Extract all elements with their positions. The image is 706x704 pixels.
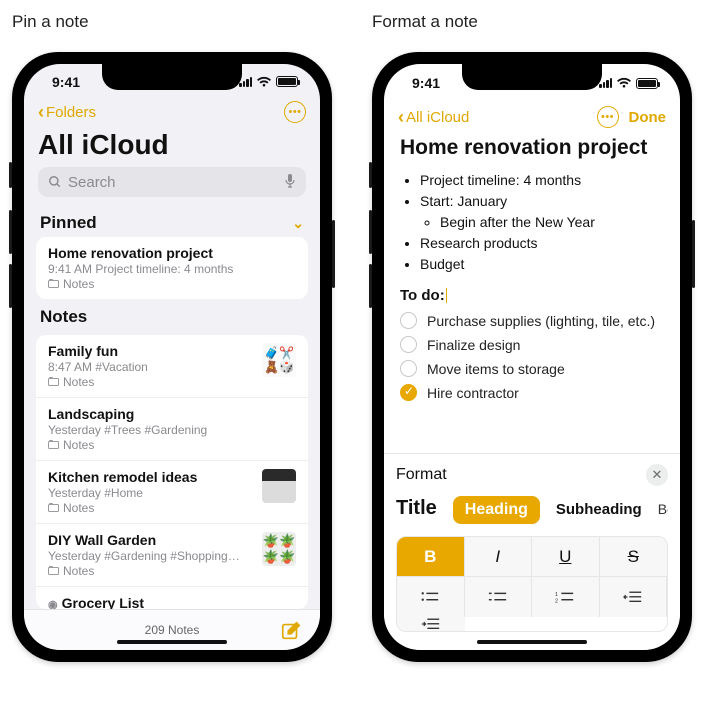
back-all-icloud-button[interactable]: ‹ All iCloud <box>398 108 469 126</box>
chevron-left-icon: ‹ <box>38 103 44 121</box>
format-panel: Format ✕ Title Heading Subheading Body B… <box>384 453 680 650</box>
strikethrough-button[interactable]: S <box>600 537 668 577</box>
compose-button[interactable] <box>280 620 302 642</box>
dashed-list-button[interactable] <box>465 577 533 617</box>
notes-count: 209 Notes <box>145 623 200 637</box>
mic-icon[interactable] <box>284 173 296 192</box>
list-item[interactable]: Kitchen remodel ideas Yesterday #Home No… <box>36 461 308 524</box>
wifi-icon <box>256 76 272 88</box>
checklist-item[interactable]: Purchase supplies (lighting, tile, etc.) <box>400 312 664 329</box>
style-heading-button[interactable]: Heading <box>453 496 540 524</box>
more-button[interactable]: ••• <box>597 106 619 128</box>
search-input[interactable]: Search <box>38 167 306 197</box>
checkbox-checked-icon[interactable] <box>400 384 417 401</box>
checklist-item[interactable]: Finalize design <box>400 336 664 353</box>
pinned-header[interactable]: Pinned ⌄ <box>24 205 320 237</box>
italic-button[interactable]: I <box>465 537 533 577</box>
folder-icon <box>48 441 59 449</box>
battery-icon <box>636 78 658 89</box>
format-panel-title: Format <box>396 466 447 484</box>
bold-button[interactable]: B <box>397 537 465 577</box>
folder-icon <box>48 504 59 512</box>
checkbox-icon[interactable] <box>400 336 417 353</box>
search-icon <box>48 175 62 189</box>
status-time: 9:41 <box>52 74 80 90</box>
style-title-button[interactable]: Title <box>396 497 437 520</box>
note-thumbnail: 🪴🪴🪴🪴 <box>262 532 296 566</box>
indent-button[interactable] <box>397 617 465 631</box>
note-folder: Notes <box>48 277 296 291</box>
more-button[interactable]: ••• <box>284 101 306 123</box>
battery-icon <box>276 76 298 87</box>
text-cursor <box>446 288 448 303</box>
pinned-note-row[interactable]: Home renovation project 9:41 AM Project … <box>36 237 308 299</box>
outdent-button[interactable] <box>600 577 668 617</box>
note-editor[interactable]: Home renovation project Project timeline… <box>384 134 680 453</box>
shared-icon: ◉ <box>48 599 58 609</box>
caption-format: Format a note <box>372 12 692 32</box>
chevron-left-icon: ‹ <box>398 108 404 126</box>
note-title: Home renovation project <box>48 245 296 261</box>
done-button[interactable]: Done <box>629 109 667 126</box>
checklist-item[interactable]: Hire contractor <box>400 384 664 401</box>
folder-icon <box>48 567 59 575</box>
close-button[interactable]: ✕ <box>646 464 668 486</box>
folder-icon <box>48 378 59 386</box>
style-body-button[interactable]: Body <box>658 501 668 517</box>
list-item[interactable]: Family fun 8:47 AM #Vacation Notes 🧳✂️🧸🎲 <box>36 335 308 398</box>
notes-list: Family fun 8:47 AM #Vacation Notes 🧳✂️🧸🎲… <box>36 335 308 609</box>
checklist-item[interactable]: Move items to storage <box>400 360 664 377</box>
list-item[interactable]: ◉Grocery List Yesterday #Grocery <box>36 587 308 609</box>
phone-left: 9:41 ‹ Folders ••• All iCloud <box>12 52 332 662</box>
bullet-list: Project timeline: 4 months Start: Januar… <box>400 170 664 275</box>
bulleted-list-button[interactable] <box>397 577 465 617</box>
style-subheading-button[interactable]: Subheading <box>556 501 642 518</box>
home-indicator[interactable] <box>117 640 227 644</box>
caption-pin: Pin a note <box>12 12 332 32</box>
todo-heading: To do: <box>400 287 445 304</box>
phone-right: 9:41 ‹ All iCloud ••• Done <box>372 52 692 662</box>
notes-header: Notes <box>24 299 320 331</box>
wifi-icon <box>616 77 632 89</box>
checkbox-icon[interactable] <box>400 360 417 377</box>
note-heading: Home renovation project <box>400 136 664 160</box>
numbered-list-button[interactable]: 12 <box>532 577 600 617</box>
list-item[interactable]: Landscaping Yesterday #Trees #Gardening … <box>36 398 308 461</box>
folder-icon <box>48 280 59 288</box>
list-item[interactable]: DIY Wall Garden Yesterday #Gardening #Sh… <box>36 524 308 587</box>
note-thumbnail: 🧳✂️🧸🎲 <box>262 343 296 377</box>
page-title: All iCloud <box>24 127 320 167</box>
chevron-down-icon: ⌄ <box>292 215 304 232</box>
back-folders-button[interactable]: ‹ Folders <box>38 103 96 121</box>
note-thumbnail <box>262 469 296 503</box>
note-subtitle: 9:41 AM Project timeline: 4 months <box>48 262 296 276</box>
svg-text:1: 1 <box>555 592 558 598</box>
home-indicator[interactable] <box>477 640 587 644</box>
checkbox-icon[interactable] <box>400 312 417 329</box>
status-time: 9:41 <box>412 75 440 91</box>
svg-text:2: 2 <box>555 598 558 604</box>
underline-button[interactable]: U <box>532 537 600 577</box>
